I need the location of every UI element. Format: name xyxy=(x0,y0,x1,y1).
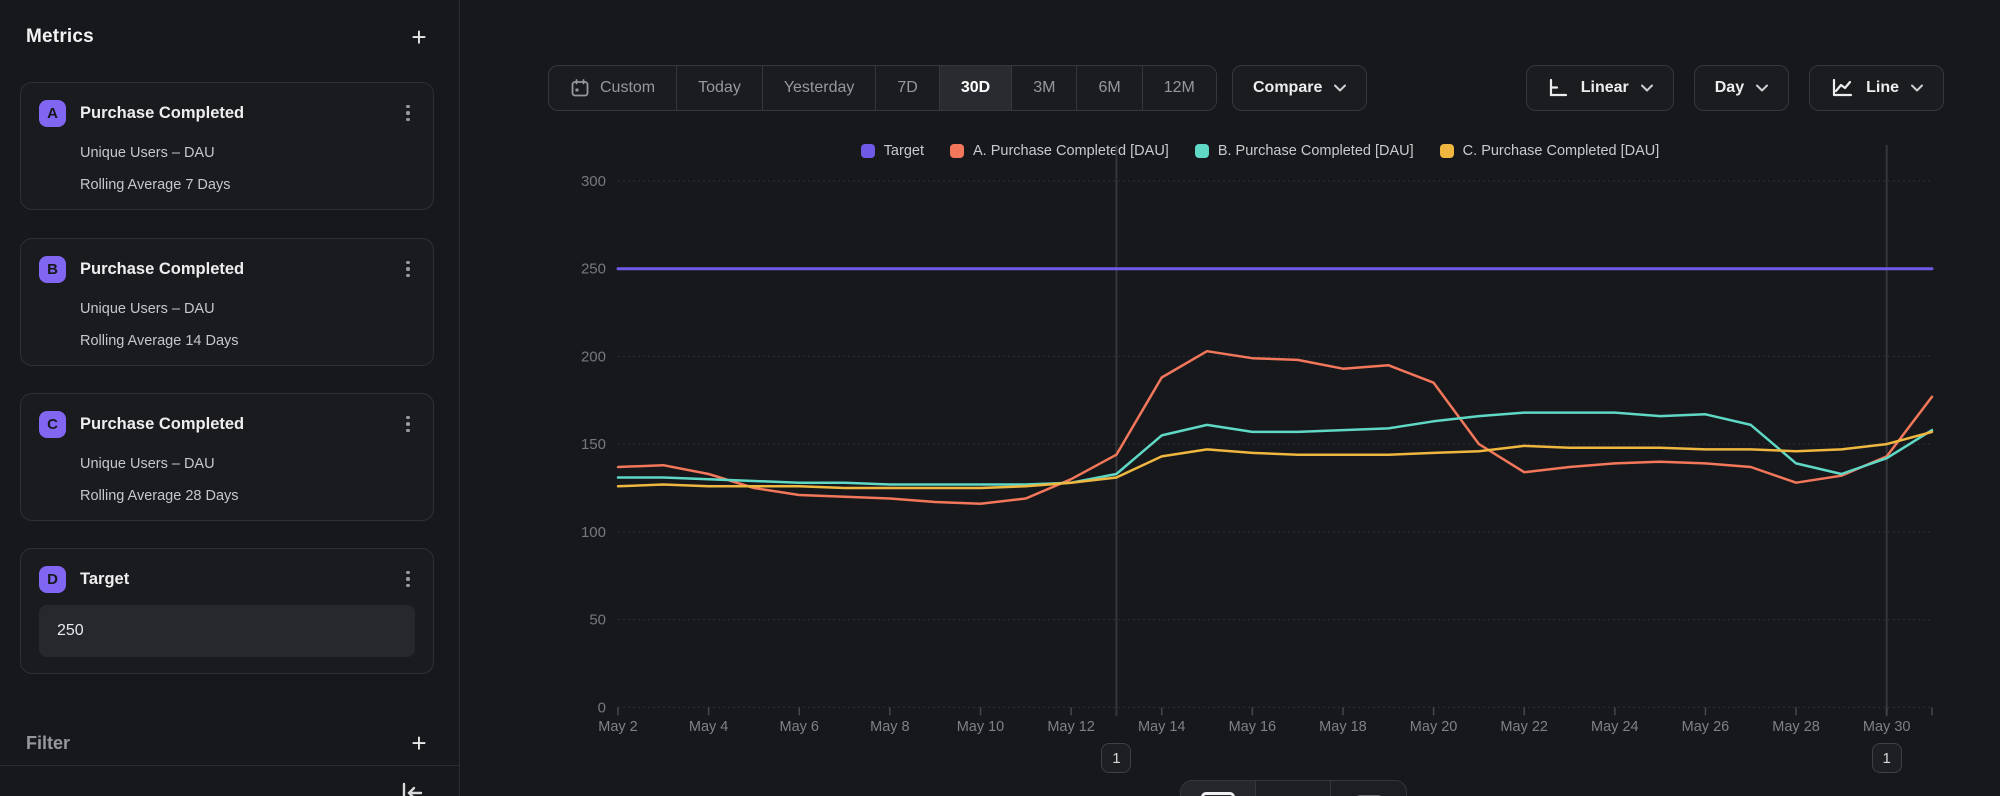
metric-card-title: Purchase Completed xyxy=(80,260,397,279)
chart-type-select-button[interactable]: Line xyxy=(1809,65,1944,111)
range-12m[interactable]: 12M xyxy=(1143,66,1216,110)
annotation-badge[interactable]: 1 xyxy=(1101,743,1131,773)
chevron-down-icon xyxy=(1334,84,1346,92)
range-yesterday[interactable]: Yesterday xyxy=(763,66,877,110)
filter-header-row: Filter + xyxy=(26,728,433,758)
svg-text:May 30: May 30 xyxy=(1863,719,1911,735)
range-7d[interactable]: 7D xyxy=(876,66,939,110)
svg-text:May 8: May 8 xyxy=(870,719,910,735)
svg-text:100: 100 xyxy=(581,524,606,541)
svg-text:May 18: May 18 xyxy=(1319,719,1367,735)
range-custom[interactable]: Custom xyxy=(549,66,677,110)
annotation-badge[interactable]: 1 xyxy=(1872,743,1902,773)
svg-text:250: 250 xyxy=(581,261,606,278)
svg-text:200: 200 xyxy=(581,348,606,365)
metric-card-c[interactable]: C Purchase Completed Unique Users – DAU Rol… xyxy=(20,393,434,521)
scale-label: Linear xyxy=(1581,79,1629,97)
svg-text:May 12: May 12 xyxy=(1047,719,1095,735)
metrics-header: Metrics xyxy=(26,26,94,48)
range-3m[interactable]: 3M xyxy=(1012,66,1077,110)
range-6m[interactable]: 6M xyxy=(1077,66,1142,110)
svg-text:May 28: May 28 xyxy=(1772,719,1820,735)
metrics-header-row: Metrics + xyxy=(26,22,433,52)
compare-button[interactable]: Compare xyxy=(1232,65,1367,111)
chart-area: TargetA. Purchase Completed [DAU]B. Purc… xyxy=(560,135,1960,795)
metric-rolling-average: Rolling Average 28 Days xyxy=(80,488,239,504)
svg-text:May 26: May 26 xyxy=(1682,719,1730,735)
svg-text:May 2: May 2 xyxy=(598,719,638,735)
metric-badge: A xyxy=(39,100,66,127)
line-chart: 0 50 100 150 200 250 300 May 2 May 4 May 6 May 8 Ma… xyxy=(560,135,1960,735)
metric-card-b[interactable]: B Purchase Completed Unique Users – DAU Rol… xyxy=(20,238,434,366)
sidebar-divider xyxy=(0,765,459,766)
kebab-menu-icon[interactable] xyxy=(397,411,419,437)
svg-text:150: 150 xyxy=(581,436,606,453)
sidebar: Metrics + A Purchase Completed Unique User… xyxy=(0,0,460,796)
kebab-menu-icon[interactable] xyxy=(397,566,419,592)
chart-layout-switcher xyxy=(1180,780,1407,796)
target-card-title: Target xyxy=(80,570,397,589)
target-card[interactable]: D Target xyxy=(20,548,434,674)
collapse-sidebar-icon[interactable] xyxy=(398,780,428,796)
metric-rolling-average: Rolling Average 7 Days xyxy=(80,177,230,193)
layout-small-button[interactable] xyxy=(1331,781,1406,796)
metric-measure: Unique Users – DAU xyxy=(80,301,215,317)
svg-text:May 14: May 14 xyxy=(1138,719,1186,735)
range-30d[interactable]: 30D xyxy=(940,66,1012,110)
metric-measure: Unique Users – DAU xyxy=(80,145,215,161)
add-filter-button[interactable]: + xyxy=(405,729,433,757)
layout-medium-button[interactable] xyxy=(1256,781,1331,796)
chevron-down-icon xyxy=(1756,84,1768,92)
granularity-select-button[interactable]: Day xyxy=(1694,65,1789,111)
kebab-menu-icon[interactable] xyxy=(397,100,419,126)
metric-card-a[interactable]: A Purchase Completed Unique Users – DAU Rol… xyxy=(20,82,434,210)
svg-text:May 24: May 24 xyxy=(1591,719,1639,735)
metric-badge: B xyxy=(39,256,66,283)
target-value-input[interactable] xyxy=(39,605,415,657)
chevron-down-icon xyxy=(1911,84,1923,92)
svg-text:May 20: May 20 xyxy=(1410,719,1458,735)
date-range-selector: CustomTodayYesterday7D30D3M6M12M xyxy=(548,65,1217,111)
metric-card-title: Purchase Completed xyxy=(80,415,397,434)
add-metric-button[interactable]: + xyxy=(405,23,433,51)
metric-badge: C xyxy=(39,411,66,438)
svg-text:May 4: May 4 xyxy=(689,719,729,735)
layout-large-icon xyxy=(1201,792,1235,796)
svg-text:May 10: May 10 xyxy=(957,719,1005,735)
filter-header: Filter xyxy=(26,733,70,754)
kebab-menu-icon[interactable] xyxy=(397,256,419,282)
chevron-down-icon xyxy=(1641,84,1653,92)
metrics-dashboard: { "sidebar": { "metrics_header": "Metric… xyxy=(0,0,2000,796)
svg-text:May 16: May 16 xyxy=(1229,719,1277,735)
svg-text:0: 0 xyxy=(598,699,606,716)
svg-text:50: 50 xyxy=(589,612,606,629)
svg-text:May 6: May 6 xyxy=(779,719,819,735)
metric-measure: Unique Users – DAU xyxy=(80,456,215,472)
scale-select-button[interactable]: Linear xyxy=(1526,65,1674,111)
axis-scale-icon xyxy=(1547,77,1569,99)
metric-card-title: Purchase Completed xyxy=(80,104,397,123)
range-today[interactable]: Today xyxy=(677,66,763,110)
chart-options-group: Linear Day Line xyxy=(1526,65,1944,111)
layout-large-button[interactable] xyxy=(1181,781,1256,796)
metric-badge: D xyxy=(39,566,66,593)
line-chart-icon xyxy=(1830,77,1854,99)
chart-type-label: Line xyxy=(1866,79,1899,97)
svg-text:May 22: May 22 xyxy=(1500,719,1548,735)
granularity-label: Day xyxy=(1715,79,1744,97)
calendar-icon xyxy=(570,78,590,98)
metric-rolling-average: Rolling Average 14 Days xyxy=(80,333,239,349)
svg-text:300: 300 xyxy=(581,173,606,190)
compare-label: Compare xyxy=(1253,79,1322,97)
